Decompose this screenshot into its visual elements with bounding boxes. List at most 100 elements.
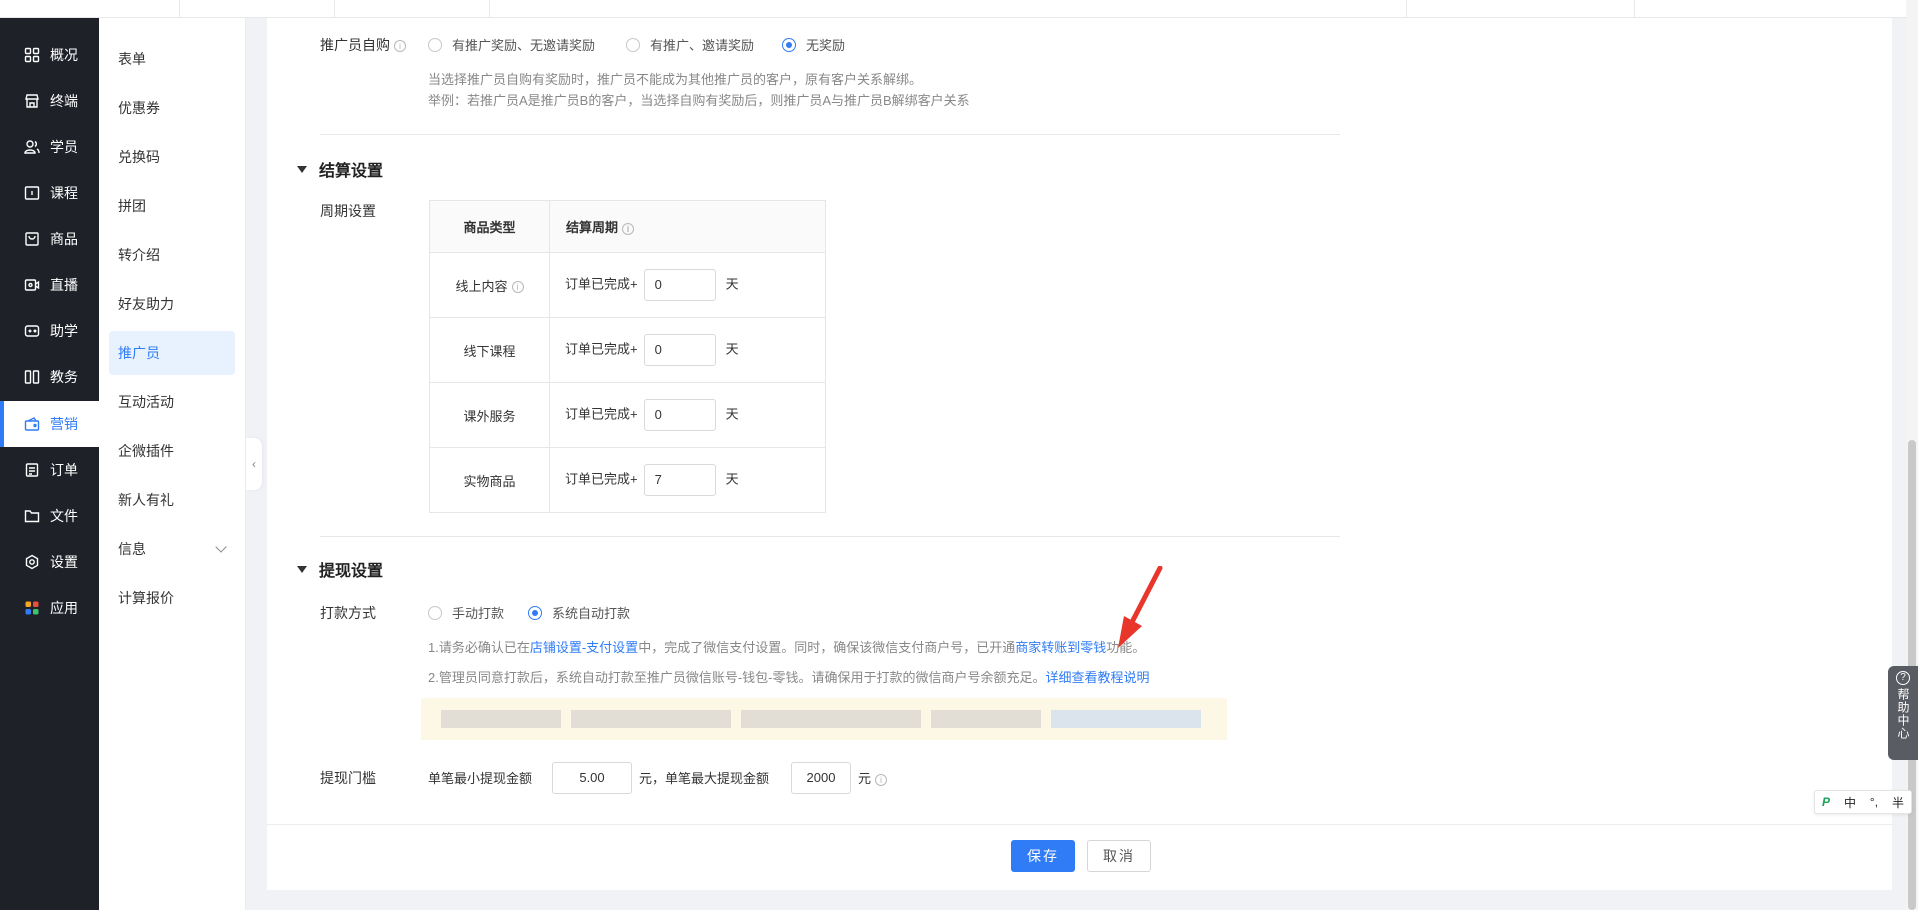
nav-item-overview[interactable]: 概况 xyxy=(0,32,99,78)
footer-divider xyxy=(267,824,1892,825)
subnav-item-interactive[interactable]: 互动活动 xyxy=(109,380,235,424)
nav-item-apps[interactable]: 应用 xyxy=(0,585,99,631)
table-row: 实物商品 订单已完成+ 7 天 xyxy=(429,447,826,513)
self-purchase-option-3[interactable]: 无奖励 xyxy=(782,35,845,54)
ime-punct[interactable]: °, xyxy=(1870,795,1878,809)
row-period-cell: 订单已完成+ 0 天 xyxy=(549,252,826,318)
primary-sidebar: 概况 终端 学员 课程 商品 直播 助学 教务 营销 订单 文件 设置 应用 xyxy=(0,18,99,910)
payout-manual-radio[interactable]: 手动打款 xyxy=(428,603,504,622)
self-purchase-option-2[interactable]: 有推广、邀请奖励 xyxy=(626,35,754,54)
subnav-item-friend-help[interactable]: 好友助力 xyxy=(109,282,235,326)
min-amount-input[interactable]: 5.00 xyxy=(552,762,632,794)
nav-item-courses[interactable]: 课程 xyxy=(0,170,99,216)
nav-item-academic[interactable]: 教务 xyxy=(0,354,99,400)
row-prefix: 订单已完成+ xyxy=(565,276,638,292)
course-icon xyxy=(22,183,42,203)
nav-item-files[interactable]: 文件 xyxy=(0,493,99,539)
table-header-row: 商品类型 结算周期 i xyxy=(429,200,826,253)
subnav-item-group-buy[interactable]: 拼团 xyxy=(109,184,235,228)
page-scrollbar[interactable] xyxy=(1906,0,1918,910)
nav-item-label: 设置 xyxy=(50,554,78,570)
days-input[interactable]: 0 xyxy=(643,399,716,431)
days-input[interactable]: 7 xyxy=(643,464,716,496)
days-input[interactable]: 0 xyxy=(643,269,716,301)
payment-settings-link[interactable]: 店铺设置-支付设置 xyxy=(530,640,638,655)
radio-label: 手动打款 xyxy=(452,606,505,621)
nav-item-terminal[interactable]: 终端 xyxy=(0,78,99,124)
nav-item-settings[interactable]: 设置 xyxy=(0,539,99,585)
nav-item-students[interactable]: 学员 xyxy=(0,124,99,170)
collapse-sidebar-button[interactable]: ‹ xyxy=(246,438,262,490)
nav-item-products[interactable]: 商品 xyxy=(0,216,99,262)
ime-lang[interactable]: 中 xyxy=(1844,794,1856,811)
days-input[interactable]: 0 xyxy=(643,334,716,366)
subnav-item-promoters[interactable]: 推广员 xyxy=(109,331,235,375)
nav-item-label: 商品 xyxy=(50,231,78,247)
nav-item-label: 终端 xyxy=(50,93,78,109)
subnav-item-new-user-gift[interactable]: 新人有礼 xyxy=(109,478,235,522)
row-prefix: 订单已完成+ xyxy=(565,406,638,422)
col-header-period-text: 结算周期 xyxy=(566,220,619,235)
tutorial-link[interactable]: 详细查看教程说明 xyxy=(1046,670,1150,685)
ime-width[interactable]: 半 xyxy=(1892,794,1904,811)
radio-dot[interactable] xyxy=(428,605,442,620)
radio-dot[interactable] xyxy=(428,37,442,52)
subnav-item-referral[interactable]: 转介绍 xyxy=(109,233,235,277)
payout-auto-radio[interactable]: 系统自动打款 xyxy=(528,603,630,622)
radio-dot[interactable] xyxy=(528,605,542,620)
book-icon xyxy=(22,367,42,387)
note-text: 中，完成了微信支付设置。同时，确保该微信支付商户号，已开通 xyxy=(638,640,1016,655)
info-icon[interactable]: i xyxy=(622,222,635,235)
top-segment xyxy=(180,0,335,18)
note-text: 1.请务必确认已在 xyxy=(428,640,530,655)
divider xyxy=(320,134,1340,135)
nav-item-label: 课程 xyxy=(50,185,78,201)
withdraw-section-toggle[interactable]: 提现设置 xyxy=(297,557,383,581)
row-unit: 天 xyxy=(725,406,739,422)
self-purchase-note-1: 当选择推广员自购有奖励时，推广员不能成为其他推广员的客户，原有客户关系解绑。 xyxy=(428,72,923,87)
info-icon[interactable]: i xyxy=(394,40,406,53)
subnav-item-wecom-plugin[interactable]: 企微插件 xyxy=(109,429,235,473)
row-type-cell: 课外服务 xyxy=(429,382,550,448)
row-prefix: 订单已完成+ xyxy=(565,341,638,357)
info-icon[interactable]: i xyxy=(875,773,888,786)
max-unit: 元i xyxy=(858,768,888,787)
nav-item-label: 营销 xyxy=(50,416,78,432)
radio-dot[interactable] xyxy=(782,37,796,52)
max-label-text: ，单笔最大提现金额 xyxy=(652,771,770,786)
subnav-item-quote[interactable]: 计算报价 xyxy=(109,576,235,620)
settlement-section-toggle[interactable]: 结算设置 xyxy=(297,157,383,181)
help-center-button[interactable]: ? 帮助中心 xyxy=(1888,666,1918,760)
self-purchase-option-1[interactable]: 有推广奖励、无邀请奖励 xyxy=(428,35,595,54)
subnav-item-coupons[interactable]: 优惠券 xyxy=(109,86,235,130)
subnav-item-info[interactable]: 信息 xyxy=(109,527,235,571)
save-button[interactable]: 保存 xyxy=(1011,840,1075,872)
folder-icon xyxy=(22,506,42,526)
nav-item-label: 文件 xyxy=(50,508,78,524)
redacted-text-bar xyxy=(1051,710,1201,728)
merchant-transfer-link[interactable]: 商家转账到零钱 xyxy=(1015,640,1106,655)
radio-dot[interactable] xyxy=(626,37,640,52)
cancel-button[interactable]: 取消 xyxy=(1087,840,1151,872)
ime-toolbar[interactable]: P 中 °, 半 xyxy=(1814,790,1912,814)
top-segment xyxy=(490,0,1407,18)
max-amount-input[interactable]: 2000 xyxy=(791,762,851,794)
nav-item-orders[interactable]: 订单 xyxy=(0,447,99,493)
info-icon[interactable]: i xyxy=(511,281,524,294)
nav-item-live[interactable]: 直播 xyxy=(0,262,99,308)
nav-item-marketing[interactable]: 营销 xyxy=(0,401,99,447)
subnav-item-forms[interactable]: 表单 xyxy=(109,37,235,81)
nav-item-label: 应用 xyxy=(50,600,78,616)
redacted-text-bar xyxy=(571,710,731,728)
chevron-down-icon xyxy=(215,541,227,553)
subnav-item-label: 新人有礼 xyxy=(118,492,174,508)
subnav-item-label: 拼团 xyxy=(118,198,146,214)
marketing-icon xyxy=(22,414,42,434)
radio-label: 系统自动打款 xyxy=(552,606,631,621)
nav-item-label: 学员 xyxy=(50,139,78,155)
nav-item-label: 订单 xyxy=(50,462,78,478)
subnav-item-redeem-codes[interactable]: 兑换码 xyxy=(109,135,235,179)
nav-item-learning[interactable]: 助学 xyxy=(0,308,99,354)
withdraw-title: 提现设置 xyxy=(319,563,384,580)
top-tab-strip xyxy=(0,0,1918,18)
